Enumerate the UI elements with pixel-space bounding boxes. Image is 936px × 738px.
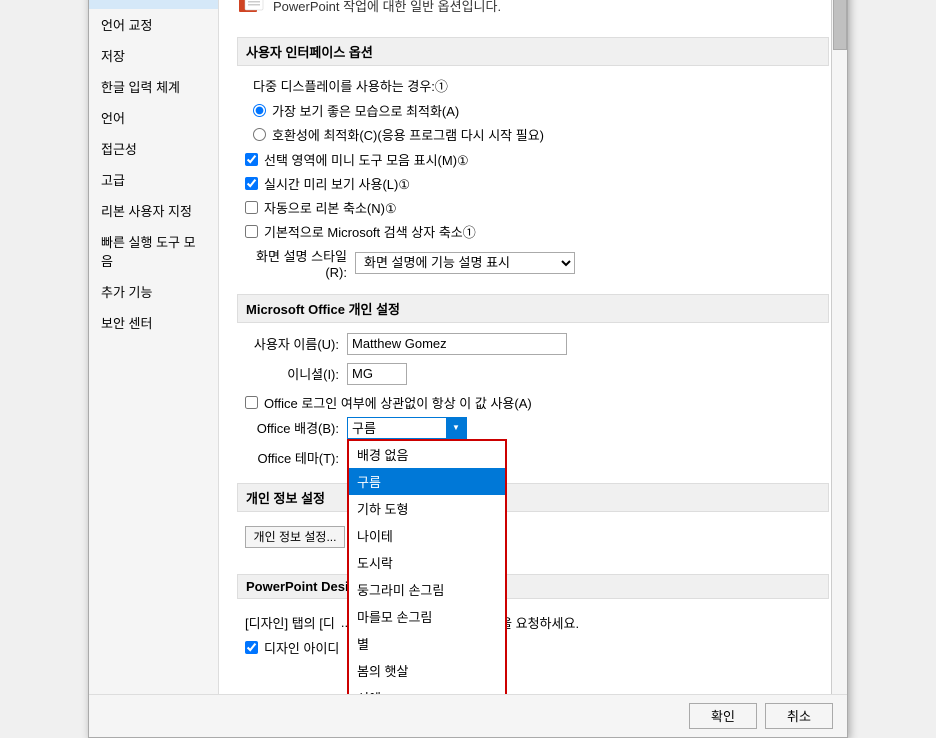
screentip-select[interactable]: 화면 설명에 기능 설명 표시: [355, 252, 575, 274]
office-settings-section: Microsoft Office 개인 설정 사용자 이름(U): 이니셜(I)…: [237, 294, 829, 469]
dialog-body: 일반 언어 교정 저장 한글 입력 체계 언어 접근성 고급 리본 사용자 지정…: [89, 0, 847, 694]
checkbox-auto-ribbon[interactable]: [245, 201, 258, 214]
background-row: Office 배경(B): 구름 ▼ 배경 없음 구름 기하 도형: [237, 417, 829, 439]
ok-button[interactable]: 확인: [689, 703, 757, 729]
background-dropdown-wrapper: 구름 ▼ 배경 없음 구름 기하 도형 나이테 도시락 둥그라: [347, 417, 467, 439]
checkbox-design-ideas[interactable]: [245, 641, 258, 654]
designer-text-row: [디자인] 탭의 [디 ... 하여 언제든지 디자인 제안을 요청하세요.: [245, 613, 829, 632]
always-use-row: Office 로그인 여부에 상관없이 항상 이 값 사용(A): [245, 393, 829, 412]
screentip-row: 화면 설명 스타일(R): 화면 설명에 기능 설명 표시: [245, 246, 829, 280]
username-input[interactable]: [347, 333, 567, 355]
sidebar-item-qat[interactable]: 빠른 실행 도구 모음: [89, 226, 218, 276]
screentip-label: 화면 설명 스타일(R):: [245, 246, 355, 280]
theme-row: Office 테마(T):: [237, 447, 829, 469]
background-dropdown-value: 구름: [348, 418, 446, 437]
checkbox-live-preview-label: 실시간 미리 보기 사용(L)①: [264, 174, 410, 193]
dropdown-option-geometry[interactable]: 기하 도형: [349, 495, 505, 522]
designer-checkbox-row: 디자인 아이디: [245, 638, 829, 657]
powerpoint-icon: P: [237, 0, 265, 23]
radio-optimize-row: 가장 보기 좋은 모습으로 최적화(A): [253, 101, 829, 120]
checkbox-live-preview[interactable]: [245, 177, 258, 190]
sidebar-item-addins[interactable]: 추가 기능: [89, 276, 218, 307]
radio-optimize[interactable]: [253, 104, 266, 117]
radio-compatible-row: 호환성에 최적화(C)(응용 프로그램 다시 시작 필요): [253, 125, 829, 144]
personal-info-section: 개인 정보 설정 개인 정보 설정...: [237, 483, 829, 560]
scrollbar-thumb[interactable]: [833, 0, 847, 50]
username-row: 사용자 이름(U):: [237, 333, 829, 355]
personal-info-content: 개인 정보 설정...: [237, 522, 829, 560]
office-settings-title: Microsoft Office 개인 설정: [237, 294, 829, 323]
dropdown-option-no-background[interactable]: 배경 없음: [349, 441, 505, 468]
dropdown-option-clouds[interactable]: 구름: [349, 468, 505, 495]
personal-info-title: 개인 정보 설정: [237, 483, 829, 512]
dropdown-option-calligraphy[interactable]: 서예: [349, 684, 505, 694]
sidebar-item-ribbon[interactable]: 리본 사용자 지정: [89, 195, 218, 226]
designer-text-part1: [디자인] 탭의 [디: [245, 613, 335, 632]
checkbox-live-preview-row: 실시간 미리 보기 사용(L)①: [245, 174, 829, 193]
ui-options-title: 사용자 인터페이스 옵션: [237, 37, 829, 66]
scrollbar[interactable]: [831, 0, 847, 694]
sidebar-item-trust[interactable]: 보안 센터: [89, 307, 218, 338]
sidebar-item-save[interactable]: 저장: [89, 40, 218, 71]
always-use-label: Office 로그인 여부에 상관없이 항상 이 값 사용(A): [264, 393, 532, 412]
dropdown-option-spring-sun[interactable]: 봄의 햇살: [349, 657, 505, 684]
background-label: Office 배경(B):: [237, 418, 347, 437]
checkbox-default-tooltip-row: 기본적으로 Microsoft 검색 상자 축소①: [245, 222, 829, 241]
sidebar: 일반 언어 교정 저장 한글 입력 체계 언어 접근성 고급 리본 사용자 지정…: [89, 0, 219, 694]
radio-optimize-label: 가장 보기 좋은 모습으로 최적화(A): [272, 101, 459, 120]
dropdown-option-bento[interactable]: 도시락: [349, 549, 505, 576]
dropdown-arrow-icon: ▼: [446, 417, 466, 439]
checkbox-default-tooltip[interactable]: [245, 225, 258, 238]
sidebar-item-korean[interactable]: 한글 입력 체계: [89, 71, 218, 102]
ui-options-section: 사용자 인터페이스 옵션 다중 디스플레이를 사용하는 경우:① 가장 보기 좋…: [237, 37, 829, 280]
sidebar-item-general[interactable]: 일반: [89, 0, 218, 9]
background-dropdown-popup: 배경 없음 구름 기하 도형 나이테 도시락 둥그라미 손그림 마를모 손그림 …: [347, 439, 507, 694]
initials-row: 이니셜(I):: [237, 363, 829, 385]
designer-content: [디자인] 탭의 [디 ... 하여 언제든지 디자인 제안을 요청하세요. 디…: [237, 609, 829, 666]
checkbox-auto-ribbon-label: 자동으로 리본 축소(N)①: [264, 198, 397, 217]
background-dropdown[interactable]: 구름 ▼: [347, 417, 467, 439]
checkbox-default-tooltip-label: 기본적으로 Microsoft 검색 상자 축소①: [264, 222, 476, 241]
powerpoint-options-dialog: PowerPoint 옵션 ? ✕ 일반 언어 교정 저장 한글 입력 체계 언…: [88, 0, 848, 738]
theme-label: Office 테마(T):: [237, 448, 347, 467]
cancel-button[interactable]: 취소: [765, 703, 833, 729]
dropdown-option-circle-sketch[interactable]: 둥그라미 손그림: [349, 576, 505, 603]
personal-info-btn[interactable]: 개인 정보 설정...: [245, 526, 345, 548]
radio-compatible-label: 호환성에 최적화(C)(응용 프로그램 다시 시작 필요): [272, 125, 544, 144]
content-area: P PowerPoint 작업에 대한 일반 옵션입니다. 사용자 인터페이스 …: [219, 0, 847, 694]
dropdown-option-star[interactable]: 별: [349, 630, 505, 657]
checkbox-mini-toolbar[interactable]: [245, 153, 258, 166]
username-label: 사용자 이름(U):: [237, 334, 347, 353]
dropdown-option-tree-rings[interactable]: 나이테: [349, 522, 505, 549]
sidebar-item-accessibility[interactable]: 접근성: [89, 133, 218, 164]
radio-compatible[interactable]: [253, 128, 266, 141]
content-header-text: PowerPoint 작업에 대한 일반 옵션입니다.: [273, 0, 501, 15]
content-header: P PowerPoint 작업에 대한 일반 옵션입니다.: [237, 0, 829, 23]
initials-label: 이니셜(I):: [237, 364, 347, 383]
checkbox-mini-toolbar-label: 선택 영역에 미니 도구 모음 표시(M)①: [264, 150, 469, 169]
initials-input[interactable]: [347, 363, 407, 385]
designer-title: PowerPoint Designer: [237, 574, 829, 599]
dialog-footer: 확인 취소: [89, 694, 847, 737]
checkbox-design-ideas-label: 디자인 아이디: [264, 638, 339, 657]
multi-display-label: 다중 디스플레이를 사용하는 경우:①: [253, 76, 829, 95]
checkbox-auto-ribbon-row: 자동으로 리본 축소(N)①: [245, 198, 829, 217]
sidebar-item-advanced[interactable]: 고급: [89, 164, 218, 195]
designer-section: PowerPoint Designer [디자인] 탭의 [디 ... 하여 언…: [237, 574, 829, 666]
sidebar-item-language[interactable]: 언어: [89, 102, 218, 133]
dropdown-option-diamond-sketch[interactable]: 마를모 손그림: [349, 603, 505, 630]
display-radio-group: 가장 보기 좋은 모습으로 최적화(A) 호환성에 최적화(C)(응용 프로그램…: [253, 101, 829, 144]
checkbox-mini-toolbar-row: 선택 영역에 미니 도구 모음 표시(M)①: [245, 150, 829, 169]
checkbox-always-use[interactable]: [245, 396, 258, 409]
sidebar-item-proofing[interactable]: 언어 교정: [89, 9, 218, 40]
